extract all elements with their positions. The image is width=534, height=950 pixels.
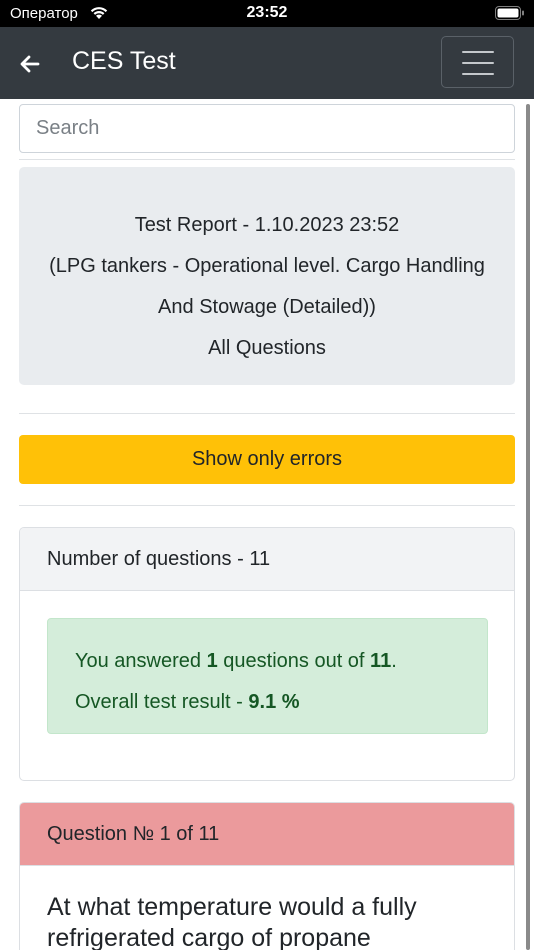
report-title: Test Report - 1.10.2023 23:52: [134, 214, 400, 236]
divider: [19, 159, 515, 160]
status-bar: Оператор 23:52: [0, 0, 534, 27]
result-alert: You answered 1 questions out of 11. Over…: [47, 618, 488, 734]
search-input[interactable]: [19, 104, 515, 153]
question-text: At what temperature would a fully refrig…: [47, 893, 417, 950]
total-count: 11: [370, 650, 392, 672]
report-course-line-2: And Stowage (Detailed)): [158, 296, 376, 318]
page-title: CES Test: [72, 47, 176, 75]
battery-icon: [495, 6, 524, 20]
report-scope: All Questions: [208, 337, 326, 359]
top-navbar: CES Test: [0, 27, 534, 99]
result-percentage: 9.1 %: [248, 691, 300, 713]
divider: [19, 413, 515, 414]
hamburger-menu-icon: [462, 51, 494, 53]
divider: [19, 505, 515, 506]
menu-toggle-button[interactable]: [441, 36, 514, 88]
scrollbar[interactable]: [526, 104, 530, 950]
questions-count-header: Number of questions - 11: [20, 528, 514, 591]
status-time: 23:52: [246, 4, 288, 21]
report-course-line-1: (LPG tankers - Operational level. Cargo …: [49, 255, 485, 277]
answered-count: 1: [206, 650, 218, 672]
test-report-card: Test Report - 1.10.2023 23:52 (LPG tanke…: [19, 167, 515, 385]
summary-card: Number of questions - 11 You answered 1 …: [19, 527, 515, 781]
arrow-left-icon[interactable]: [18, 52, 42, 76]
question-header: Question № 1 of 11: [20, 803, 514, 866]
question-card: Question № 1 of 11 At what temperature w…: [19, 802, 515, 950]
answered-summary: You answered 1 questions out of 11.: [75, 650, 397, 672]
show-only-errors-button[interactable]: Show only errors: [19, 435, 515, 484]
overall-result: Overall test result - 9.1 %: [75, 691, 300, 713]
